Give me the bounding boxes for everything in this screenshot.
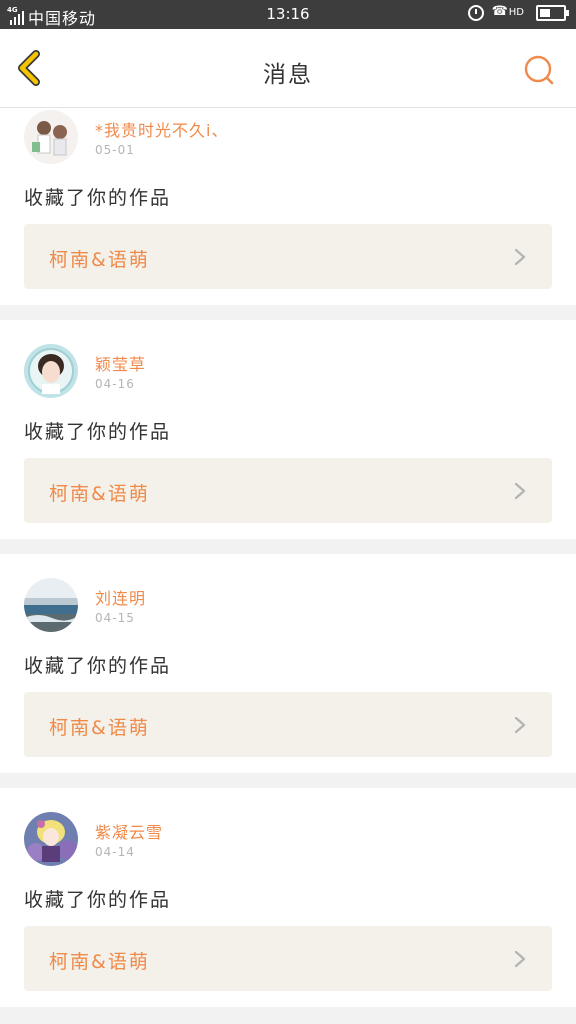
avatar[interactable] — [24, 578, 78, 632]
alarm-icon — [467, 5, 484, 21]
chevron-right-icon — [514, 950, 526, 968]
work-link[interactable]: 柯南&语萌 — [24, 926, 552, 991]
user-name[interactable]: 紫凝云雪 — [95, 819, 163, 843]
action-text: 收藏了你的作品 — [24, 655, 172, 677]
message-feed[interactable]: *我贵时光不久i、 05-01 收藏了你的作品 柯南&语萌 颖莹草 04-16 … — [0, 108, 576, 1024]
work-title: 柯南&语萌 — [49, 717, 150, 739]
battery-fill — [540, 9, 550, 17]
search-icon — [524, 55, 554, 85]
message-card-content: 颖莹草 04-16 收藏了你的作品 柯南&语萌 — [0, 320, 576, 539]
chevron-right-icon — [514, 716, 526, 734]
post-date: 05-01 — [95, 143, 135, 157]
message-card-content: 刘连明 04-15 收藏了你的作品 柯南&语萌 — [0, 554, 576, 773]
work-link[interactable]: 柯南&语萌 — [24, 692, 552, 757]
message-card: 刘连明 04-15 收藏了你的作品 柯南&语萌 — [0, 554, 576, 773]
work-title: 柯南&语萌 — [49, 483, 150, 505]
avatar[interactable] — [24, 812, 78, 866]
action-text: 收藏了你的作品 — [24, 889, 172, 911]
work-title: 柯南&语萌 — [49, 951, 150, 973]
avatar[interactable] — [24, 344, 78, 398]
user-name[interactable]: *我贵时光不久i、 — [95, 117, 228, 141]
message-card: 颖莹草 04-16 收藏了你的作品 柯南&语萌 — [0, 320, 576, 539]
message-card: 紫凝云雪 04-14 收藏了你的作品 柯南&语萌 — [0, 788, 576, 1007]
post-date: 04-16 — [95, 377, 135, 391]
message-card-content: 紫凝云雪 04-14 收藏了你的作品 柯南&语萌 — [0, 788, 576, 1007]
work-title: 柯南&语萌 — [49, 249, 150, 271]
message-card: *我贵时光不久i、 05-01 收藏了你的作品 柯南&语萌 — [0, 108, 576, 305]
user-name[interactable]: 刘连明 — [95, 585, 146, 609]
chevron-right-icon — [514, 248, 526, 266]
work-link[interactable]: 柯南&语萌 — [24, 224, 552, 289]
hd-call-icon: HD — [492, 4, 524, 19]
battery-icon — [536, 5, 569, 21]
search-button[interactable] — [522, 53, 556, 87]
hd-label: HD — [508, 6, 524, 18]
message-card-content: *我贵时光不久i、 05-01 收藏了你的作品 柯南&语萌 — [0, 108, 576, 305]
status-right: HD — [467, 4, 569, 21]
user-name[interactable]: 颖莹草 — [95, 351, 146, 375]
post-date: 04-14 — [95, 845, 135, 859]
work-link[interactable]: 柯南&语萌 — [24, 458, 552, 523]
action-text: 收藏了你的作品 — [24, 421, 172, 443]
status-bar: 4G 中国移动 13:16 HD — [0, 0, 576, 29]
action-text: 收藏了你的作品 — [24, 187, 172, 209]
avatar[interactable] — [24, 110, 78, 164]
chevron-right-icon — [514, 482, 526, 500]
page-title: 消息 — [263, 62, 313, 88]
header: 消息 — [0, 29, 576, 108]
post-date: 04-15 — [95, 611, 135, 625]
